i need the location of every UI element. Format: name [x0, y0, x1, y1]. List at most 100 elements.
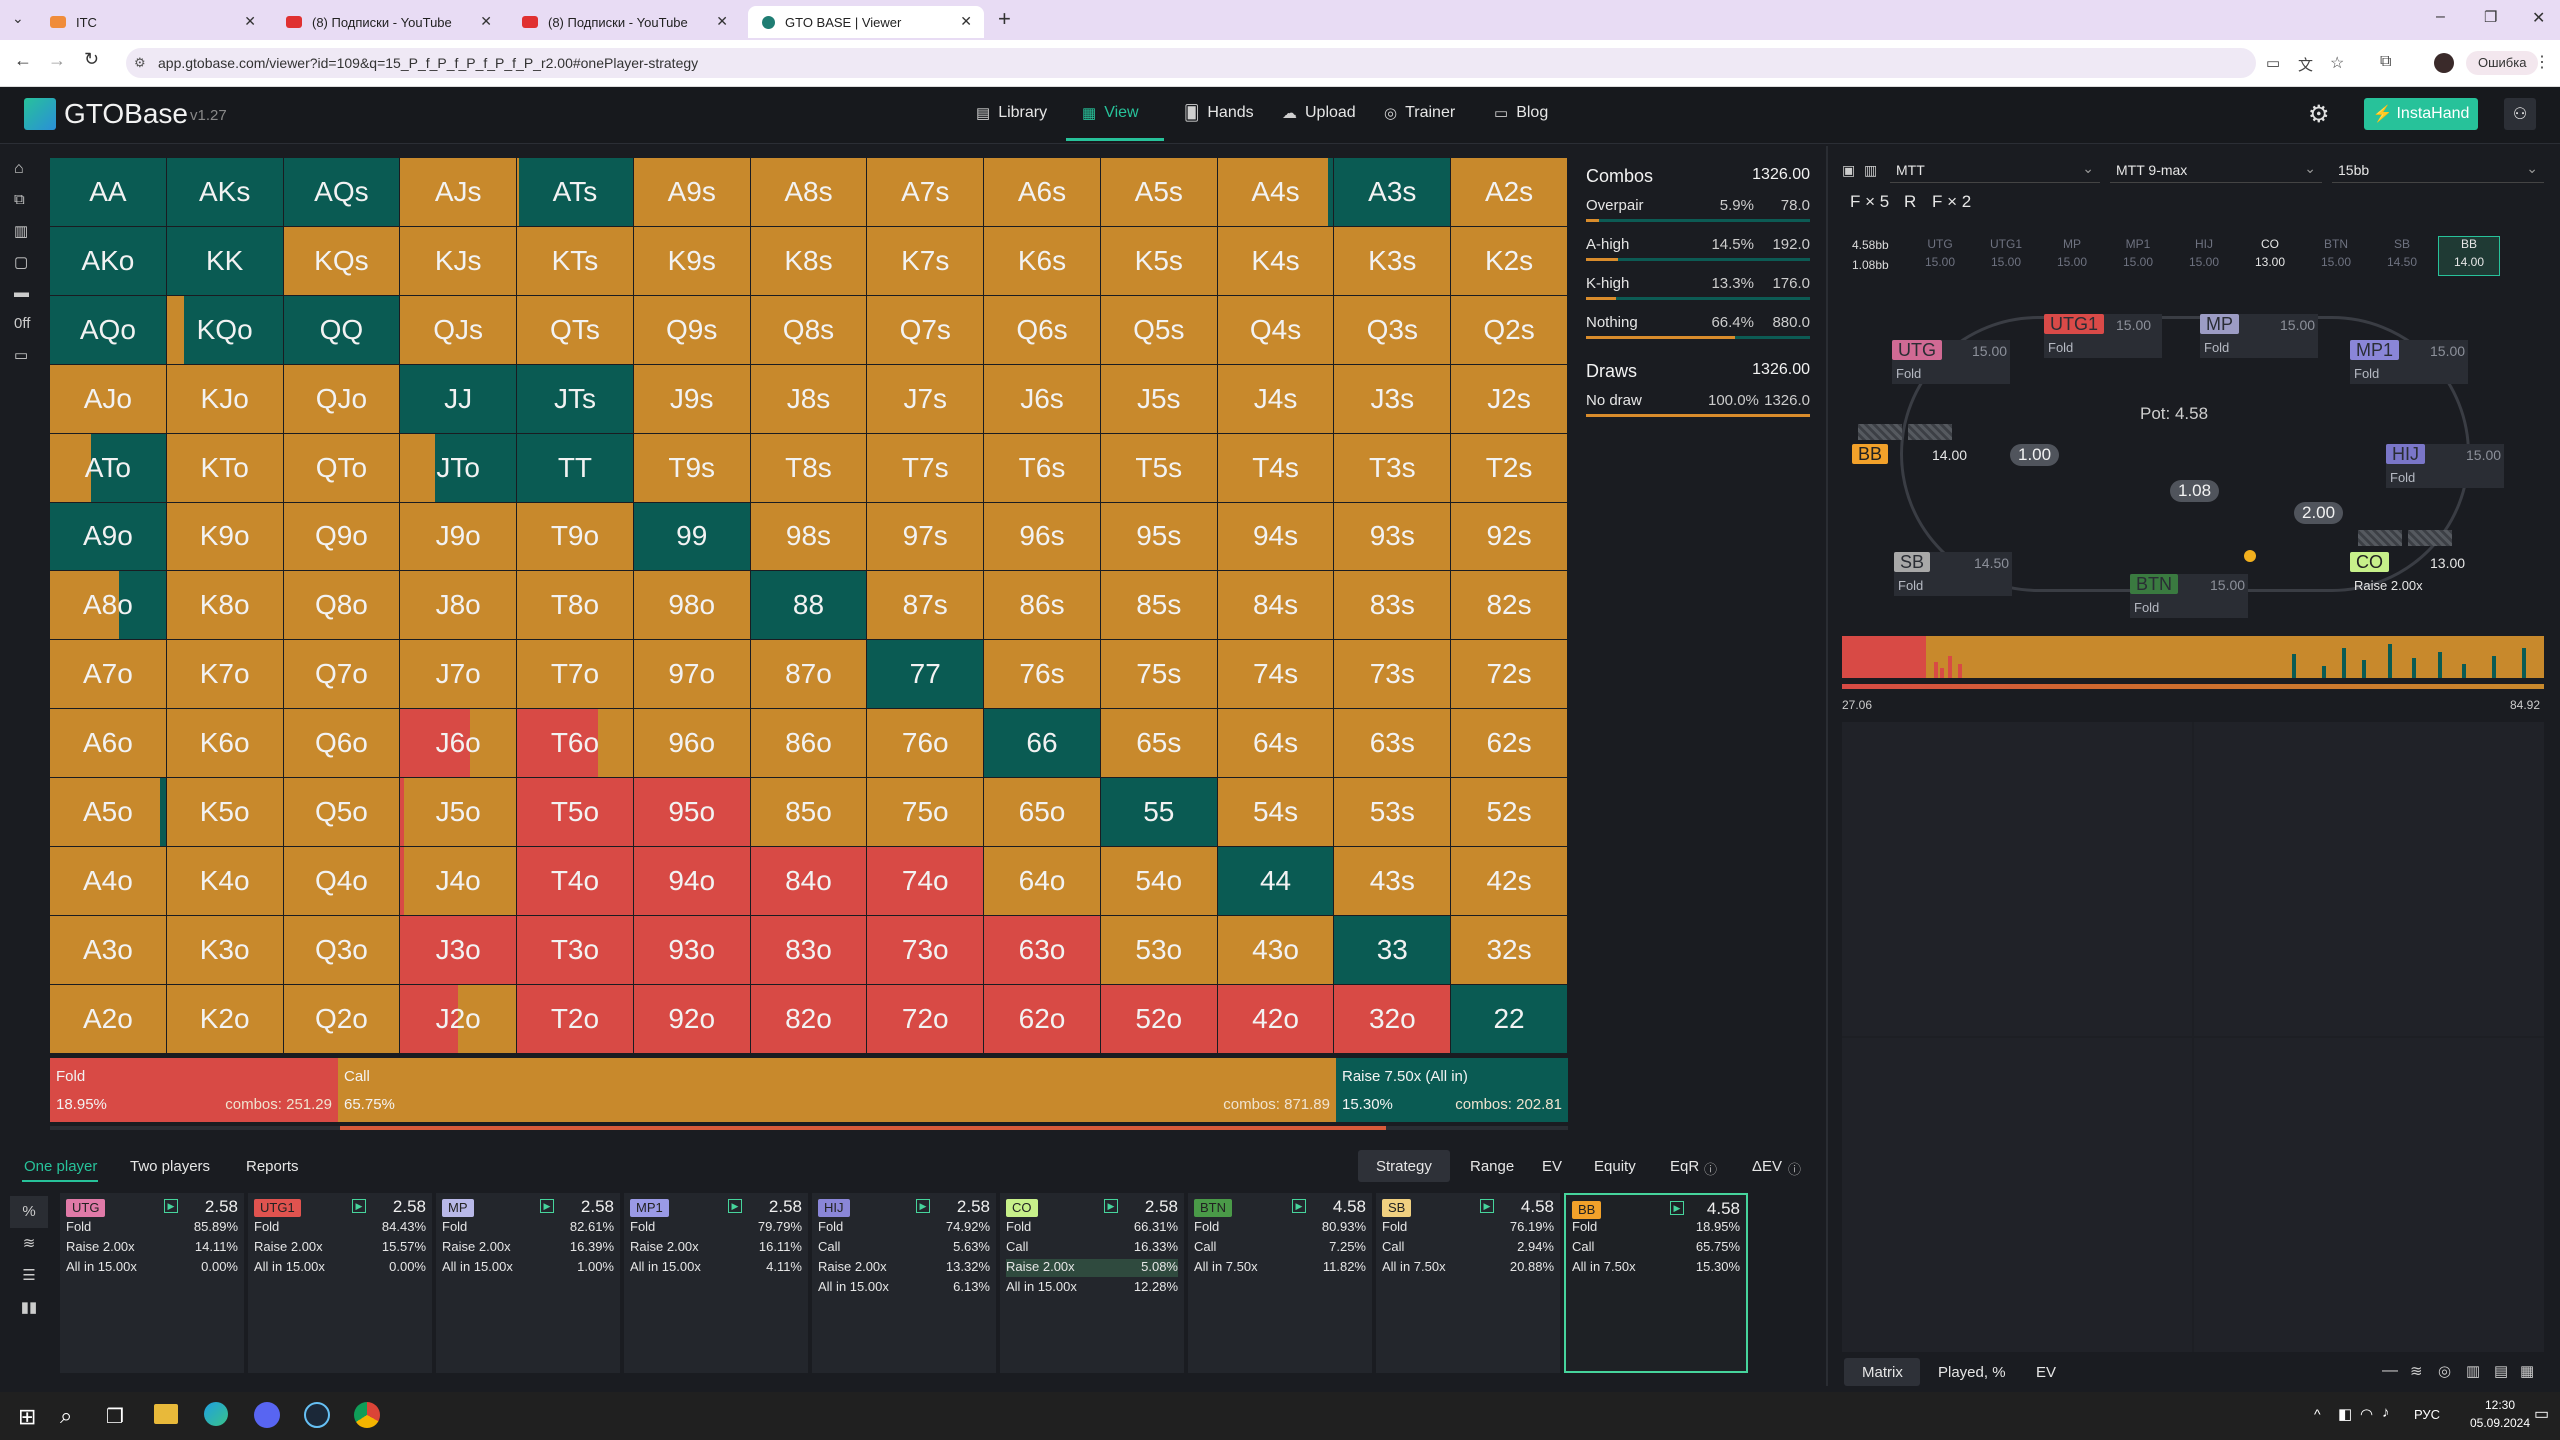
hand-cell[interactable]: 65s — [1100, 709, 1218, 779]
hand-cell[interactable]: K8o — [166, 571, 284, 641]
stat-row[interactable]: K-high 13.3% 176.0 — [1578, 269, 1810, 308]
hand-cell[interactable]: Q5o — [283, 778, 401, 848]
hand-cell[interactable]: 97o — [633, 640, 751, 710]
action-row[interactable]: Fold 80.93% — [1194, 1219, 1366, 1237]
hand-cell[interactable]: KQs — [283, 226, 401, 296]
hand-cell[interactable]: 72s — [1451, 640, 1568, 710]
hand-cell[interactable]: 95s — [1100, 502, 1218, 572]
hand-cell[interactable]: 62s — [1451, 709, 1568, 779]
fold-summary[interactable]: Fold 18.95% combos: 251.29 — [50, 1058, 338, 1122]
hand-cell[interactable]: Q4o — [283, 847, 401, 916]
hand-cell[interactable]: A2s — [1451, 158, 1568, 227]
position-stack-cell[interactable]: CO 13.00 — [2240, 237, 2300, 269]
hand-cell[interactable]: T6s — [984, 433, 1101, 503]
table-view-icon[interactable]: ▤ — [2494, 1362, 2508, 1380]
settings-gear-icon[interactable]: ⚙ — [2308, 100, 2330, 129]
search-icon[interactable]: ⌕ — [60, 1403, 72, 1429]
hand-cell[interactable]: Q7o — [283, 640, 401, 710]
instahand-button[interactable]: ⚡ InstaHand — [2364, 98, 2478, 130]
hand-cell[interactable]: J5s — [1100, 364, 1218, 434]
hand-cell[interactable]: 97s — [867, 502, 985, 572]
seat-utg1[interactable]: UTG1 15.00 Fold — [2044, 314, 2162, 358]
tab-list-chevron-icon[interactable]: ⌄ — [12, 10, 24, 27]
tab-ev[interactable]: EV — [1542, 1158, 1562, 1175]
hand-cell[interactable]: 84s — [1217, 571, 1335, 641]
seat-btn[interactable]: BTN 15.00 Fold — [2130, 574, 2248, 618]
hand-cell[interactable]: K6o — [166, 709, 284, 779]
hand-cell[interactable]: 75o — [867, 778, 985, 848]
home-icon[interactable]: ⌂ — [14, 160, 44, 191]
hand-cell[interactable]: QTo — [283, 433, 401, 503]
action-row[interactable]: Fold 74.92% — [818, 1219, 990, 1237]
hand-cell[interactable]: 82s — [1451, 571, 1568, 641]
hand-cell[interactable]: KTs — [517, 226, 634, 296]
hand-cell[interactable]: T7s — [867, 433, 985, 503]
play-icon[interactable]: ▶ — [916, 1199, 930, 1213]
action-row[interactable]: Call 65.75% — [1572, 1239, 1740, 1257]
hand-cell[interactable]: 53o — [1100, 915, 1218, 985]
hand-cell[interactable]: QJs — [400, 295, 518, 365]
hand-cell[interactable]: 54s — [1217, 778, 1335, 848]
avatar[interactable] — [2434, 53, 2454, 73]
seat-co[interactable]: CO 13.00 Raise 2.00x — [2350, 552, 2468, 596]
tab-range[interactable]: Range — [1470, 1158, 1514, 1175]
hand-cell[interactable]: A4o — [50, 847, 167, 916]
hand-cell[interactable]: 32s — [1451, 915, 1568, 985]
hand-cell[interactable]: Q3o — [283, 915, 401, 985]
edge-icon[interactable] — [204, 1402, 228, 1426]
hand-cell[interactable]: 42o — [1217, 984, 1335, 1054]
hand-cell[interactable]: T5o — [517, 778, 634, 848]
hand-cell[interactable]: 52o — [1100, 984, 1218, 1054]
position-card-mp1[interactable]: MP1 ▶ 2.58 Fold 79.79% Raise 2.00x 16.11% All i… — [624, 1193, 808, 1373]
hand-cell[interactable]: A4s — [1217, 158, 1335, 227]
action-row[interactable]: All in 15.00x 12.28% — [1006, 1279, 1178, 1297]
hand-cell[interactable]: 44 — [1217, 847, 1335, 916]
list-icon[interactable]: ☰ — [10, 1260, 48, 1292]
hand-cell[interactable]: J2s — [1451, 364, 1568, 434]
steam-icon[interactable] — [304, 1402, 330, 1428]
action-row[interactable]: All in 15.00x 6.13% — [818, 1279, 990, 1297]
hand-cell[interactable]: T8o — [517, 571, 634, 641]
line-view-icon[interactable]: — — [2382, 1362, 2398, 1380]
hand-cell[interactable]: Q9s — [633, 295, 751, 365]
extensions-icon[interactable]: ⧉ — [2380, 53, 2391, 71]
hand-cell[interactable]: 83o — [750, 915, 868, 985]
hand-cell[interactable]: 86o — [750, 709, 868, 779]
hand-cell[interactable]: 82o — [750, 984, 868, 1054]
hand-cell[interactable]: J4s — [1217, 364, 1335, 434]
minimize-window-icon[interactable]: – — [2436, 8, 2445, 26]
hand-cell[interactable]: 75s — [1100, 640, 1218, 710]
hand-cell[interactable]: T4s — [1217, 433, 1335, 503]
hand-cell[interactable]: 74s — [1217, 640, 1335, 710]
hand-cell[interactable]: 52s — [1451, 778, 1568, 848]
seat-hij[interactable]: HIJ 15.00 Fold — [2386, 444, 2504, 488]
nav-hands[interactable]: 🂠 Hands — [1184, 104, 1254, 122]
hand-cell[interactable]: A5o — [50, 778, 167, 848]
hand-cell[interactable]: AJo — [50, 364, 167, 434]
chips-view-icon[interactable]: ◎ — [2438, 1362, 2451, 1380]
hand-cell[interactable]: JJ — [400, 364, 518, 434]
hand-cell[interactable]: KQo — [166, 295, 284, 365]
hand-cell[interactable]: QQ — [283, 295, 401, 365]
tab-ev-right[interactable]: EV — [2036, 1364, 2056, 1381]
action-row[interactable]: All in 15.00x 4.11% — [630, 1259, 802, 1277]
hand-cell[interactable]: K4s — [1217, 226, 1335, 296]
hand-cell[interactable]: 55 — [1100, 778, 1218, 848]
layers-icon[interactable]: ▥ — [14, 222, 44, 253]
hand-cell[interactable]: K8s — [750, 226, 868, 296]
tab-matrix[interactable]: Matrix — [1862, 1364, 1903, 1381]
position-stack-cell[interactable]: BB 14.00 — [2438, 236, 2500, 276]
action-row[interactable]: Fold 18.95% — [1572, 1219, 1740, 1237]
position-stack-cell[interactable]: MP1 15.00 — [2108, 237, 2168, 269]
tab-one-player[interactable]: One player — [24, 1158, 97, 1175]
hand-cell[interactable]: J2o — [400, 984, 518, 1054]
stat-row[interactable]: Nothing 66.4% 880.0 — [1578, 308, 1810, 347]
hand-cell[interactable]: 32o — [1334, 984, 1452, 1054]
stat-row[interactable]: A-high 14.5% 192.0 — [1578, 230, 1810, 269]
hand-cell[interactable]: T3s — [1334, 433, 1452, 503]
hand-cell[interactable]: A9s — [633, 158, 751, 227]
hand-cell[interactable]: 73o — [867, 915, 985, 985]
action-row[interactable]: Fold 66.31% — [1006, 1219, 1178, 1237]
hand-cell[interactable]: Q6o — [283, 709, 401, 779]
hand-cell[interactable]: AKo — [50, 226, 167, 296]
